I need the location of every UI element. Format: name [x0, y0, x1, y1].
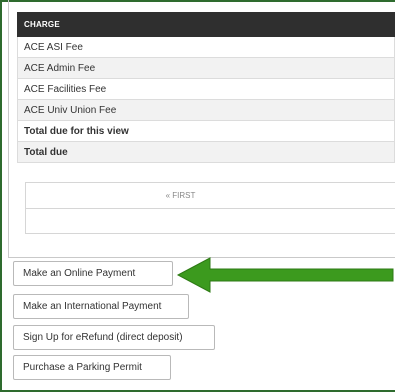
table-header-row: CHARGE — [17, 12, 395, 37]
total-due-label: Total due — [17, 141, 395, 163]
total-due-row: Total due — [17, 141, 395, 163]
online-payment-button[interactable]: Make an Online Payment — [13, 261, 173, 286]
first-page-link[interactable]: « FIRST — [166, 191, 196, 200]
charge-name: ACE Facilities Fee — [17, 78, 395, 100]
arrow-left-icon — [176, 257, 394, 293]
charges-table: CHARGE ACE ASI Fee ACE Admin Fee ACE Fac… — [17, 12, 395, 163]
charge-name: ACE Admin Fee — [17, 57, 395, 79]
total-view-row: Total due for this view — [17, 120, 395, 142]
charge-name: ACE ASI Fee — [17, 36, 395, 58]
column-header-charge: CHARGE — [17, 12, 395, 37]
pagination-row: « FIRST — [26, 183, 395, 209]
erefund-signup-button[interactable]: Sign Up for eRefund (direct deposit) — [13, 325, 215, 350]
total-view-label: Total due for this view — [17, 120, 395, 142]
table-row: ACE Univ Union Fee — [17, 99, 395, 121]
table-row: ACE Admin Fee — [17, 57, 395, 79]
pagination: « FIRST — [25, 182, 395, 234]
international-payment-button[interactable]: Make an International Payment — [13, 294, 189, 319]
table-row: ACE Facilities Fee — [17, 78, 395, 100]
charge-name: ACE Univ Union Fee — [17, 99, 395, 121]
table-row: ACE ASI Fee — [17, 36, 395, 58]
arrow-left-shape — [176, 257, 394, 293]
parking-permit-button[interactable]: Purchase a Parking Permit — [13, 355, 171, 380]
